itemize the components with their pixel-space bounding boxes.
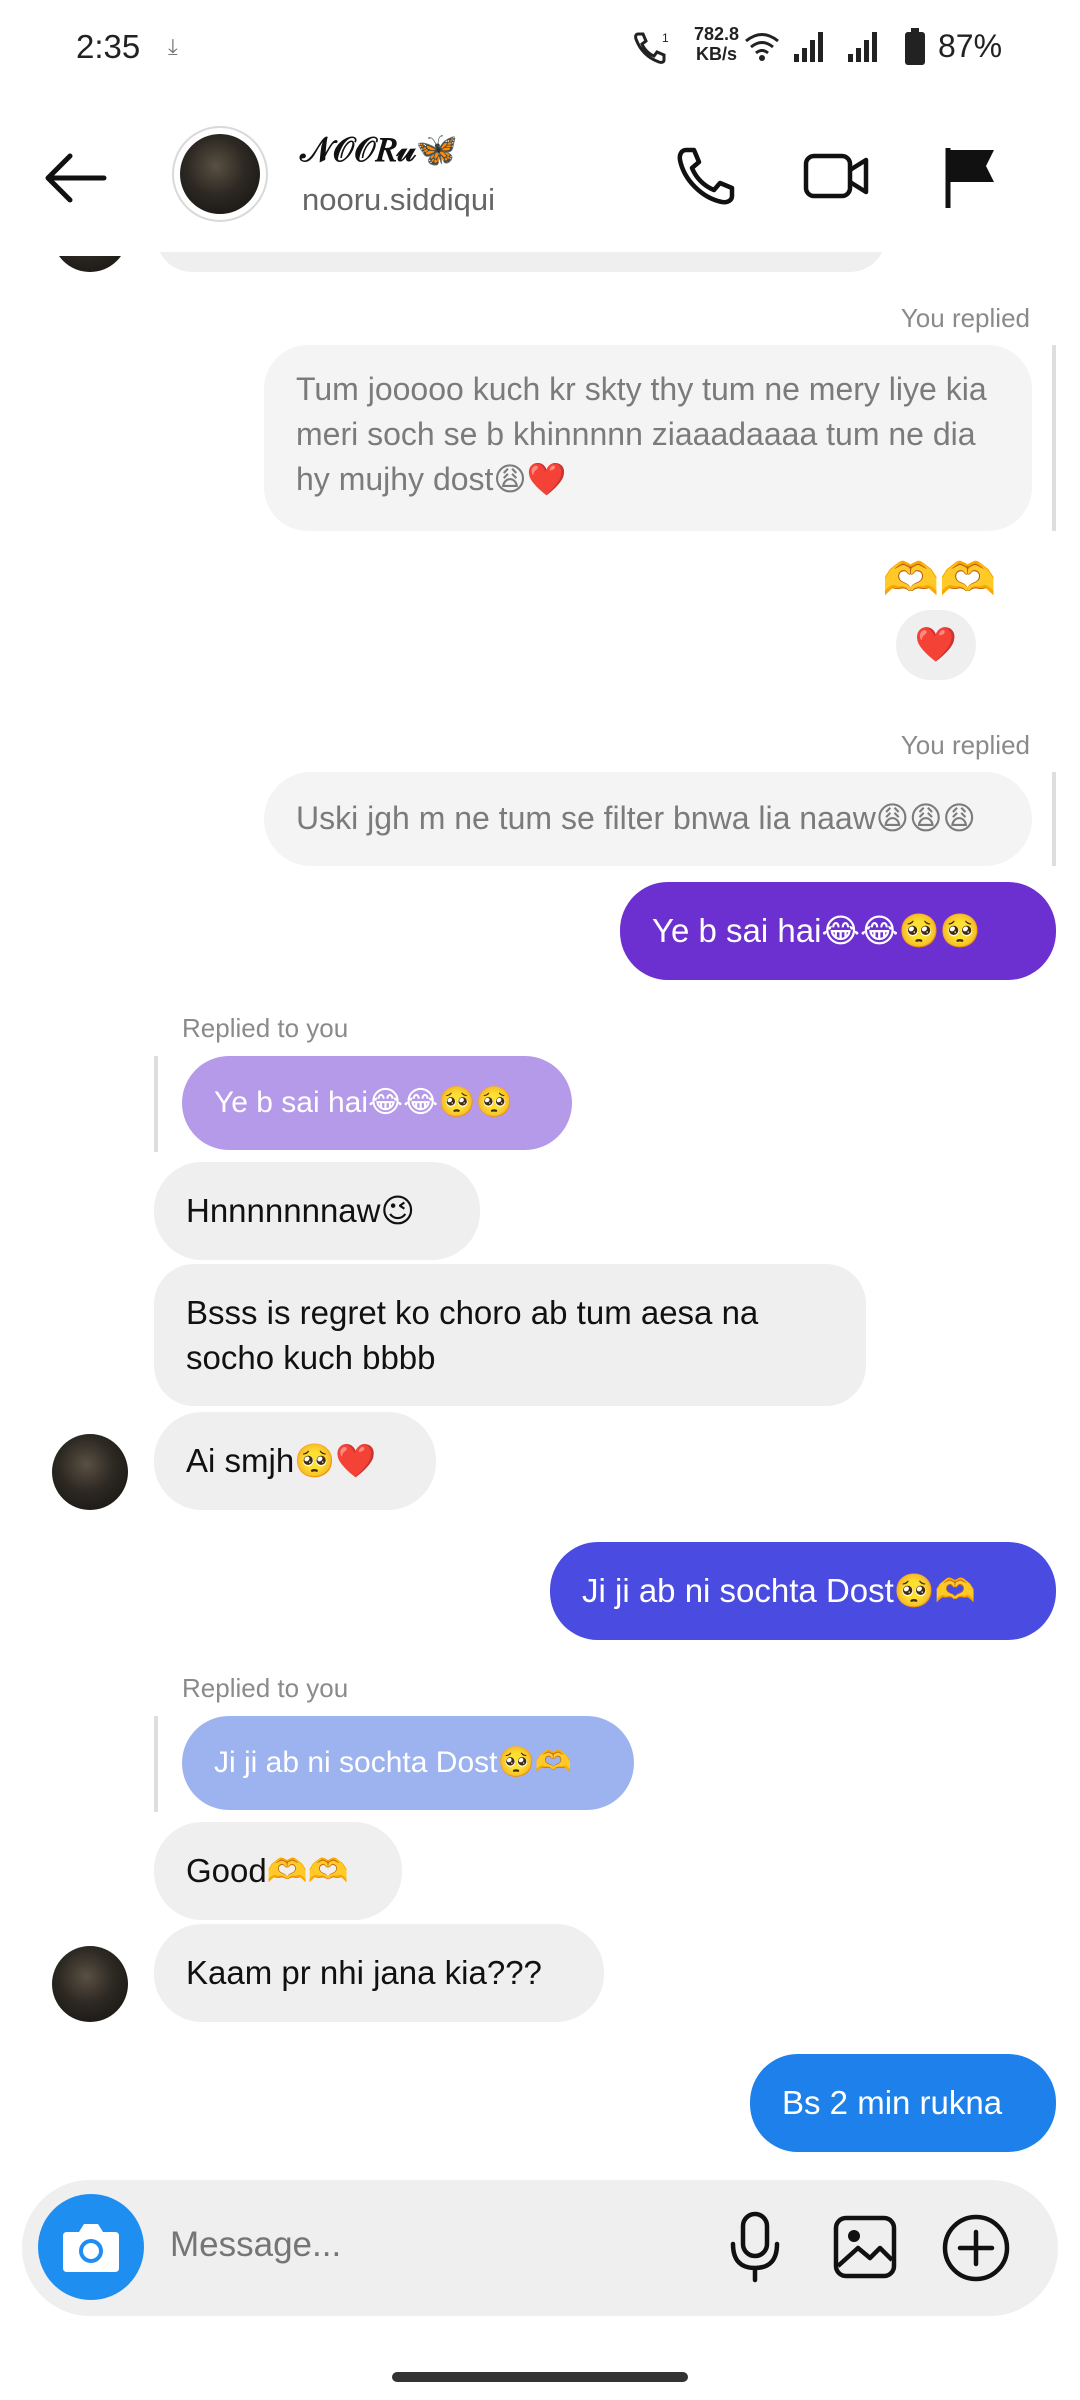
sender-avatar bbox=[52, 1946, 128, 2022]
sent-message[interactable]: Ji ji ab ni sochta Dost🥺🫶 bbox=[550, 1542, 1056, 1640]
quoted-message[interactable]: Uski jgh m ne tum se filter bnwa lia naa… bbox=[264, 772, 1032, 866]
network-speed: 782.8 KB/s bbox=[694, 24, 740, 64]
hearts-message[interactable]: 🫶🫶 bbox=[882, 552, 997, 607]
wifi-icon bbox=[745, 33, 779, 61]
received-message[interactable]: Good🫶🫶 bbox=[154, 1822, 402, 1920]
avatar[interactable] bbox=[180, 134, 260, 214]
replied-to-you-label: Replied to you bbox=[182, 1013, 349, 1043]
video-camera-icon[interactable] bbox=[800, 140, 872, 212]
reaction-heart[interactable]: ❤️ bbox=[896, 610, 976, 680]
quoted-message[interactable]: Ji ji ab ni sochta Dost🥺🫶 bbox=[182, 1716, 634, 1810]
gallery-icon[interactable] bbox=[830, 2212, 900, 2282]
received-message[interactable]: Hnnnnnnnaw😉 bbox=[154, 1162, 480, 1260]
sent-message[interactable]: Bs 2 min rukna bbox=[750, 2054, 1056, 2152]
you-replied-label: You replied bbox=[900, 303, 1030, 333]
wifi-call-icon: 1 bbox=[634, 31, 669, 64]
received-message[interactable]: Kaam pr nhi jana kia??? bbox=[154, 1924, 604, 2022]
flag-icon[interactable] bbox=[934, 140, 1006, 212]
message-input[interactable] bbox=[168, 2224, 652, 2266]
quoted-message[interactable]: Tum jooooo kuch kr skty thy tum ne mery … bbox=[264, 345, 1032, 531]
received-message[interactable]: Ai smjh🥺❤️ bbox=[154, 1412, 436, 1510]
download-icon: ⤓ bbox=[168, 34, 178, 59]
signal-icon-2 bbox=[848, 32, 877, 62]
add-icon[interactable] bbox=[940, 2212, 1012, 2284]
camera-icon bbox=[63, 2224, 119, 2272]
quote-bar bbox=[154, 1716, 158, 1812]
back-arrow-icon[interactable] bbox=[40, 148, 112, 208]
status-bar: 2:35 ⤓ 1 782.8 KB/s 87% bbox=[0, 0, 1080, 96]
sent-message[interactable]: Ye b sai hai😂😂🥺🥺 bbox=[620, 882, 1056, 980]
received-message[interactable]: Bsss is regret ko choro ab tum aesa na s… bbox=[154, 1264, 866, 1406]
contact-username[interactable]: nooru.siddiqui bbox=[302, 182, 495, 218]
sender-avatar bbox=[52, 1434, 128, 1510]
you-replied-label: You replied bbox=[900, 730, 1030, 760]
status-time: 2:35 bbox=[76, 28, 141, 65]
contact-display-name[interactable]: 𝒩𝒪𝒪𝑅𝓊🦋 bbox=[300, 130, 458, 170]
chat-header bbox=[0, 96, 1080, 251]
quote-bar bbox=[1052, 345, 1056, 531]
quote-bar bbox=[1052, 772, 1056, 866]
phone-icon[interactable] bbox=[670, 140, 742, 212]
svg-text:1: 1 bbox=[662, 31, 669, 45]
camera-button[interactable] bbox=[38, 2194, 144, 2300]
replied-to-you-label: Replied to you bbox=[182, 1673, 349, 1703]
battery-icon bbox=[905, 28, 925, 65]
signal-icon-1 bbox=[794, 32, 823, 62]
quoted-message[interactable]: Ye b sai hai😂😂🥺🥺 bbox=[182, 1056, 572, 1150]
microphone-icon[interactable] bbox=[722, 2210, 788, 2284]
home-indicator[interactable] bbox=[392, 2372, 688, 2382]
quote-bar bbox=[154, 1056, 158, 1152]
battery-percent: 87% bbox=[938, 28, 1003, 64]
